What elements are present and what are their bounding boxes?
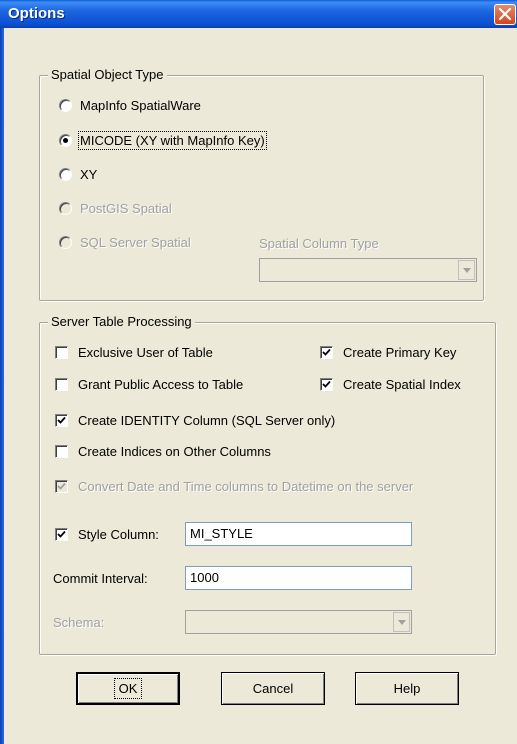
radio-label: MapInfo SpatialWare (80, 97, 201, 113)
radio-button[interactable] (59, 98, 72, 112)
radio-micode[interactable]: MICODE (XY with MapInfo Key) (59, 130, 267, 150)
radio-label: PostGIS Spatial (80, 200, 172, 216)
checkmark-icon (322, 348, 331, 356)
button-label: Help (393, 681, 421, 696)
checkbox-label: Create IDENTITY Column (SQL Server only) (78, 412, 336, 428)
radio-label: SQL Server Spatial (80, 234, 191, 250)
checkbox[interactable] (55, 527, 68, 541)
radio-button[interactable] (59, 201, 72, 215)
checkbox-style-column[interactable]: Style Column: (55, 525, 159, 543)
button-label: Cancel (252, 681, 294, 696)
schema-dropdown[interactable] (185, 610, 412, 634)
checkmark-icon (322, 380, 331, 388)
checkbox[interactable] (55, 479, 68, 493)
checkbox[interactable] (55, 413, 68, 427)
group-title: Server Table Processing (48, 314, 195, 329)
checkbox-label: Create Spatial Index (343, 376, 461, 392)
checkbox[interactable] (55, 345, 68, 359)
checkbox-label: Create Indices on Other Columns (78, 443, 271, 459)
radio-label: MICODE (XY with MapInfo Key) (78, 130, 267, 150)
checkbox-create-indices-other[interactable]: Create Indices on Other Columns (55, 442, 271, 460)
checkbox-label: Create Primary Key (343, 344, 457, 360)
checkbox-grant-public-access[interactable]: Grant Public Access to Table (55, 375, 243, 393)
radio-button[interactable] (59, 235, 72, 249)
checkmark-icon (57, 530, 66, 538)
checkbox[interactable] (320, 345, 333, 359)
radio-label: XY (80, 166, 98, 182)
radio-button[interactable] (59, 167, 72, 181)
radio-postgis-spatial[interactable]: PostGIS Spatial (59, 199, 172, 217)
checkbox-label: Grant Public Access to Table (78, 376, 244, 392)
radio-xy[interactable]: XY (59, 165, 97, 183)
radio-sql-server-spatial[interactable]: SQL Server Spatial (59, 233, 191, 251)
close-icon (498, 7, 512, 21)
checkbox-convert-datetime[interactable]: Convert Date and Time columns to Datetim… (55, 477, 413, 495)
checkmark-icon (57, 482, 66, 490)
schema-label: Schema: (53, 614, 105, 630)
window-frame (0, 28, 4, 744)
commit-interval-label: Commit Interval: (53, 570, 148, 586)
chevron-down-icon (398, 620, 406, 625)
style-column-input[interactable]: MI_STYLE (185, 522, 412, 546)
group-title: Spatial Object Type (48, 67, 167, 82)
help-button[interactable]: Help (355, 672, 459, 705)
chevron-down-icon (463, 268, 471, 273)
checkbox-create-identity-column[interactable]: Create IDENTITY Column (SQL Server only) (55, 411, 335, 429)
checkbox-create-primary-key[interactable]: Create Primary Key (320, 343, 456, 361)
checkbox-label: Convert Date and Time columns to Datetim… (78, 478, 414, 494)
button-label: OK (113, 678, 143, 699)
close-button[interactable] (494, 4, 516, 25)
ok-button[interactable]: OK (76, 672, 180, 705)
spatial-column-type-label: Spatial Column Type (259, 235, 379, 251)
checkbox[interactable] (55, 377, 68, 391)
radio-mapinfo-spatialware[interactable]: MapInfo SpatialWare (59, 96, 201, 114)
checkbox-exclusive-user[interactable]: Exclusive User of Table (55, 343, 213, 361)
checkmark-icon (57, 416, 66, 424)
checkbox-label: Style Column: (78, 526, 159, 542)
window-title: Options (8, 5, 65, 22)
dropdown-arrow[interactable] (393, 612, 410, 632)
spatial-column-type-dropdown[interactable] (259, 258, 477, 282)
cancel-button[interactable]: Cancel (221, 672, 325, 705)
dropdown-arrow[interactable] (458, 260, 475, 280)
title-bar[interactable]: Options (0, 0, 517, 28)
checkbox[interactable] (320, 377, 333, 391)
commit-interval-input[interactable]: 1000 (185, 566, 412, 590)
checkbox-label: Exclusive User of Table (78, 344, 213, 360)
radio-button[interactable] (59, 133, 72, 147)
checkbox[interactable] (55, 444, 68, 458)
checkbox-create-spatial-index[interactable]: Create Spatial Index (320, 375, 461, 393)
